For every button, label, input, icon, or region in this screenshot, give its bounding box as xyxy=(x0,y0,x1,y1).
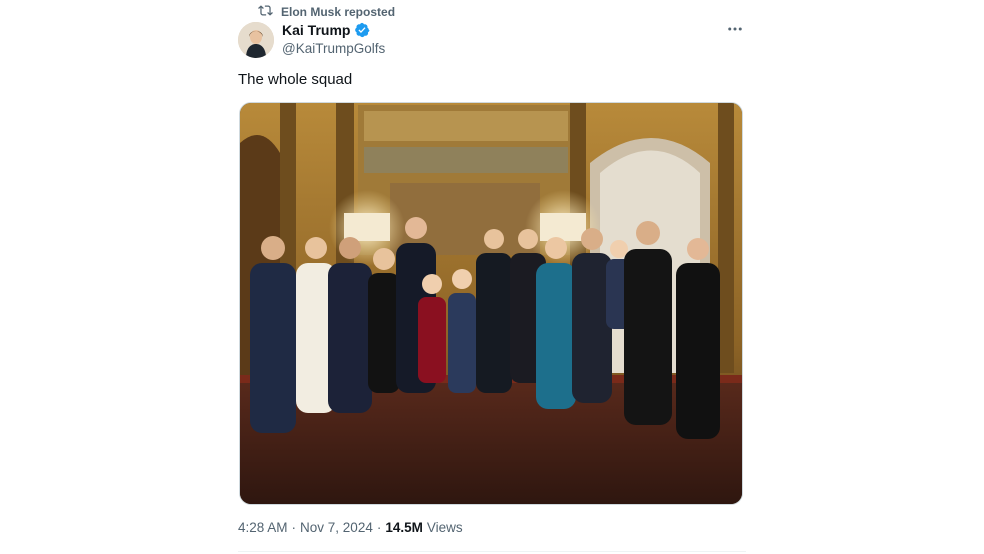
views-label: Views xyxy=(426,520,463,535)
author-name[interactable]: Kai Trump xyxy=(282,22,350,38)
more-button[interactable] xyxy=(724,22,746,40)
tweet-date[interactable]: Nov 7, 2024 xyxy=(300,520,373,535)
tweet-photo[interactable] xyxy=(239,102,743,505)
views-count: 14.5M xyxy=(385,520,423,535)
repost-icon xyxy=(258,3,273,21)
repost-indicator[interactable]: Elon Musk reposted xyxy=(258,3,395,21)
tweet-text: The whole squad xyxy=(238,71,353,88)
tweet-time[interactable]: 4:28 AM xyxy=(238,520,288,535)
divider xyxy=(238,551,746,552)
meta-separator: · xyxy=(376,520,382,535)
more-icon xyxy=(726,20,744,43)
repost-text: Elon Musk reposted xyxy=(281,5,396,19)
author-handle[interactable]: @KaiTrumpGolfs xyxy=(282,41,385,56)
verified-badge-icon xyxy=(354,22,370,38)
avatar[interactable] xyxy=(238,22,274,58)
meta-separator: · xyxy=(291,520,297,535)
tweet-meta: 4:28 AM · Nov 7, 2024 · 14.5M Views xyxy=(238,520,463,535)
